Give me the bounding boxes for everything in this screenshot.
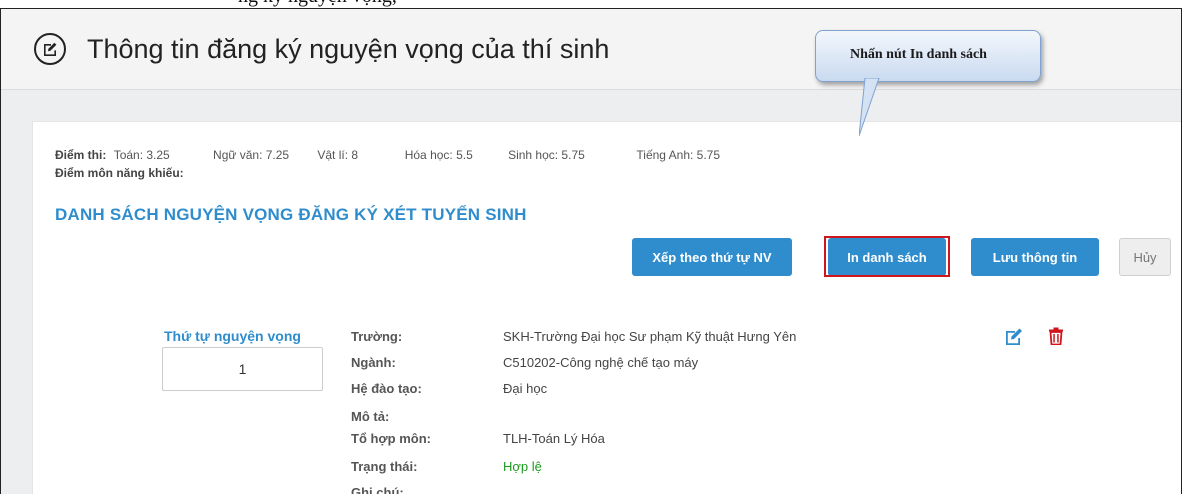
wish-order-label: Thứ tự nguyện vọng	[164, 328, 301, 344]
training-type-value: Đại học	[503, 381, 548, 396]
wishlist-card: Điểm thi: Toán: 3.25 Ngữ văn: 7.25 Vật l…	[32, 121, 1181, 494]
school-value: SKH-Trường Đại học Sư phạm Kỹ thuật Hưng…	[503, 329, 797, 344]
instruction-callout: Nhấn nút In danh sách	[815, 30, 1041, 82]
score-english: Tiếng Anh: 5.75	[636, 148, 721, 162]
edit-circle-icon	[34, 33, 66, 65]
major-label: Ngành:	[351, 355, 396, 370]
exam-scores: Điểm thi: Toán: 3.25 Ngữ văn: 7.25 Vật l…	[55, 148, 720, 162]
status-value: Hợp lệ	[503, 459, 542, 474]
subject-group-label: Tổ hợp môn:	[351, 431, 431, 446]
cancel-button[interactable]: Hủy	[1119, 238, 1171, 276]
trash-icon[interactable]	[1048, 327, 1064, 350]
edit-icon[interactable]	[1004, 328, 1024, 351]
score-math: Toán: 3.25	[113, 148, 170, 162]
print-list-button[interactable]: In danh sách	[828, 238, 946, 276]
app-window: Thông tin đăng ký nguyện vọng của thí si…	[0, 8, 1182, 494]
wishlist-title: DANH SÁCH NGUYỆN VỌNG ĐĂNG KÝ XÉT TUYỂN …	[55, 205, 527, 224]
wish-order-input[interactable]: 1	[162, 347, 323, 391]
major-value: C510202-Công nghệ chế tạo máy	[503, 355, 699, 370]
document-text-fragment: ng ký nguyện vọng,	[238, 0, 397, 8]
scores-label: Điểm thi:	[55, 148, 107, 162]
aptitude-scores-label: Điểm môn năng khiếu:	[55, 166, 184, 180]
status-label: Trạng thái:	[351, 459, 418, 474]
score-physics: Vật lí: 8	[317, 148, 359, 162]
save-info-button[interactable]: Lưu thông tin	[971, 238, 1099, 276]
training-type-label: Hệ đào tạo:	[351, 381, 422, 396]
score-literature: Ngữ văn: 7.25	[213, 148, 290, 162]
description-label: Mô tả:	[351, 409, 390, 424]
callout-pointer	[859, 78, 880, 137]
callout-text: Nhấn nút In danh sách	[850, 47, 987, 62]
sort-by-order-button[interactable]: Xếp theo thứ tự NV	[632, 238, 792, 276]
subject-group-value: TLH-Toán Lý Hóa	[503, 431, 605, 446]
score-chemistry: Hóa học: 5.5	[404, 148, 473, 162]
score-biology: Sinh học: 5.75	[508, 148, 585, 162]
school-label: Trường:	[351, 329, 403, 344]
page-title: Thông tin đăng ký nguyện vọng của thí si…	[87, 34, 610, 64]
